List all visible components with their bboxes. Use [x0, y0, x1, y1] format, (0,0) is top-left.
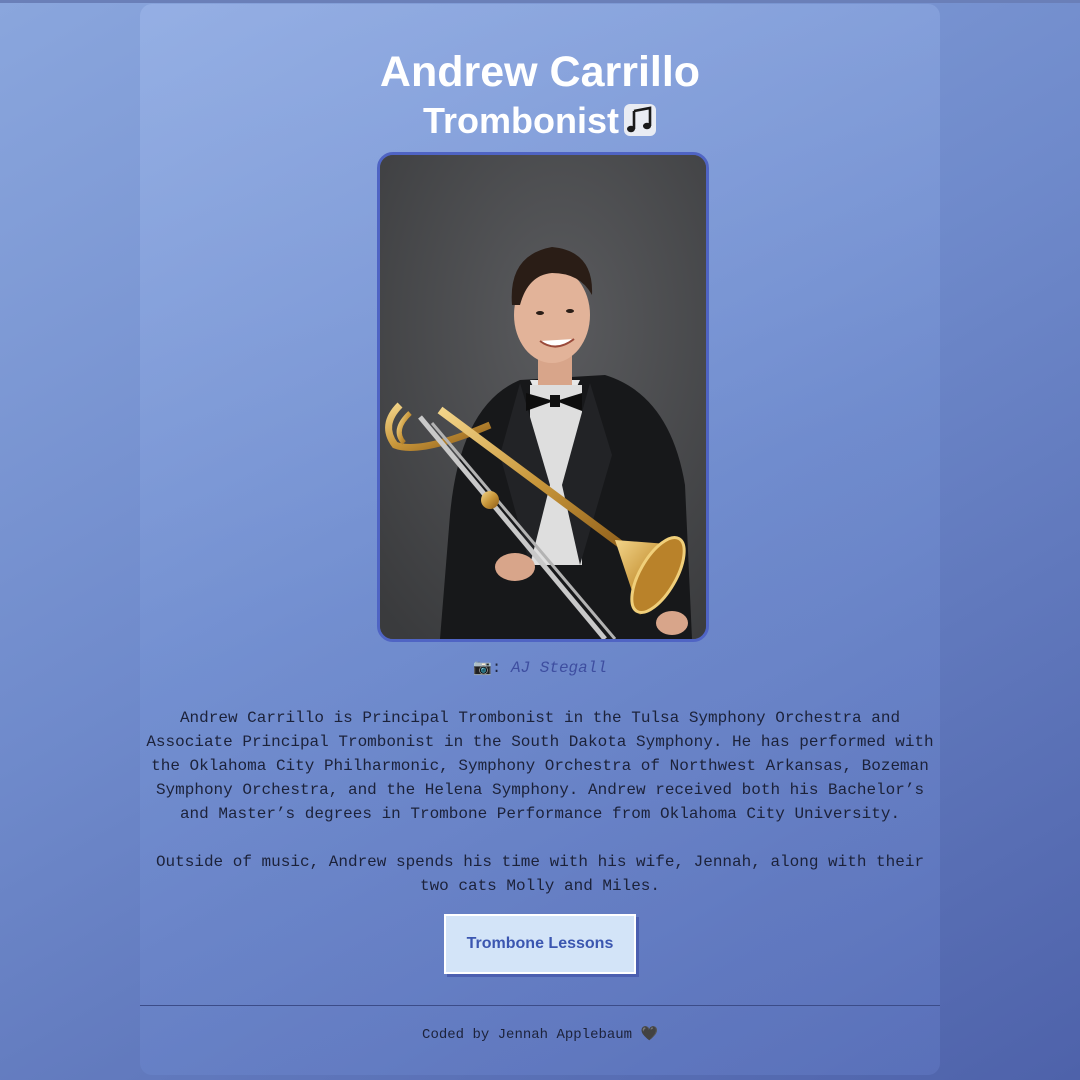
photographer-link[interactable]: AJ Stegall — [511, 659, 607, 677]
performer-role: Trombonist — [423, 100, 619, 141]
trombone-lessons-button[interactable]: Trombone Lessons — [444, 914, 636, 974]
black-heart-icon: 🖤 — [640, 1026, 658, 1042]
page-title: Andrew Carrillo — [140, 46, 940, 98]
footer-divider — [140, 1005, 940, 1006]
biography: Andrew Carrillo is Principal Trombonist … — [140, 706, 940, 898]
footer: Coded by Jennah Applebaum 🖤 — [140, 1026, 940, 1043]
footer-credit: Coded by Jennah Applebaum — [422, 1027, 633, 1043]
music-note-icon — [623, 103, 657, 137]
portrait-photo — [377, 152, 709, 642]
performer-name: Andrew Carrillo — [379, 48, 701, 96]
profile-card: Andrew Carrillo Trombonist 📷: AJ Stegall… — [140, 4, 940, 1075]
photo-credit: 📷: AJ Stegall — [140, 658, 940, 677]
bio-paragraph: Andrew Carrillo is Principal Trombonist … — [146, 709, 934, 823]
photo-credit-separator: : — [491, 659, 502, 677]
camera-icon: 📷 — [473, 658, 492, 676]
bio-paragraph: Outside of music, Andrew spends his time… — [155, 853, 925, 895]
top-edge — [0, 0, 1080, 3]
subtitle: Trombonist — [140, 99, 940, 143]
